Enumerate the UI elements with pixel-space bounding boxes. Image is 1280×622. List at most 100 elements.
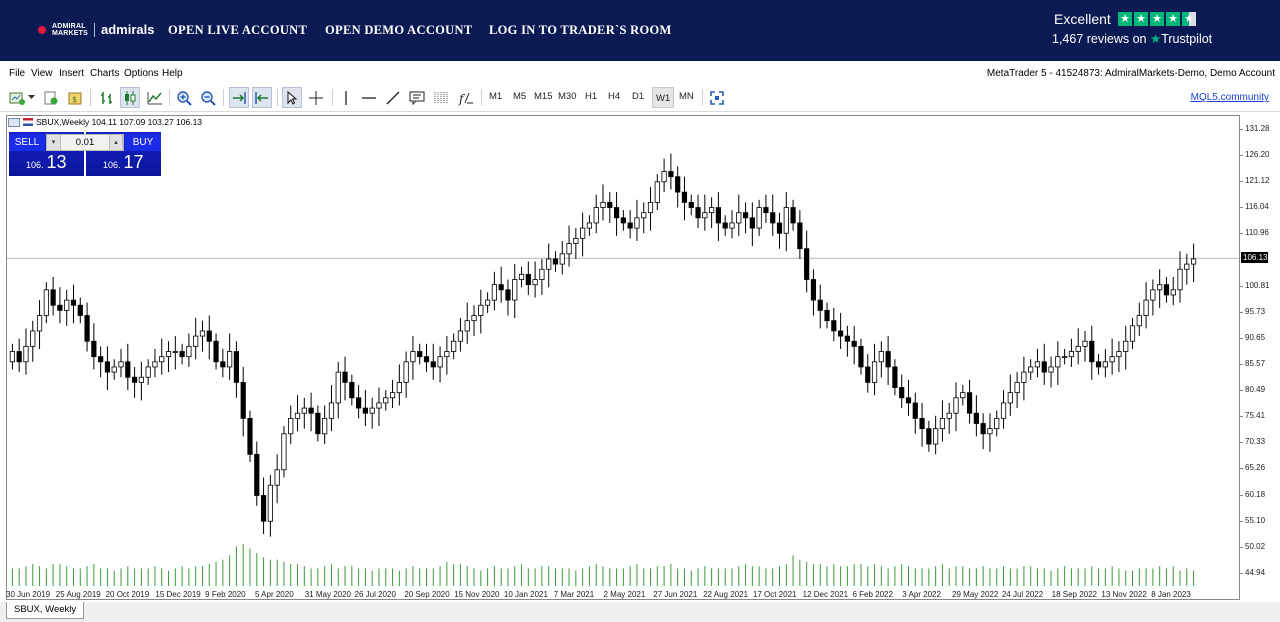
chart-tab-sbux-weekly[interactable]: SBUX, Weekly bbox=[6, 602, 85, 619]
profiles-icon[interactable] bbox=[42, 87, 60, 108]
candle bbox=[987, 413, 993, 452]
price-axis-tick bbox=[1240, 442, 1243, 444]
candle bbox=[926, 420, 932, 452]
buy-button[interactable]: BUY bbox=[125, 134, 161, 151]
menu-help[interactable]: Help bbox=[162, 68, 183, 79]
lot-increase-icon[interactable]: ▴ bbox=[109, 135, 123, 150]
time-axis-label: 31 May 2020 bbox=[304, 590, 352, 599]
timeframe-h4[interactable]: H4 bbox=[608, 91, 620, 102]
templates-icon[interactable]: $ bbox=[66, 87, 84, 108]
zoom-in-icon[interactable] bbox=[175, 87, 193, 108]
price-axis-tick bbox=[1240, 155, 1243, 157]
candle bbox=[525, 261, 531, 295]
candle bbox=[362, 390, 369, 427]
candlestick-icon[interactable] bbox=[120, 87, 140, 108]
chart-shift-icon[interactable] bbox=[252, 87, 272, 108]
line-chart-icon[interactable] bbox=[145, 87, 164, 108]
star-icon: ★ bbox=[1118, 12, 1132, 26]
trendline-icon[interactable] bbox=[384, 87, 402, 108]
text-icon[interactable] bbox=[407, 87, 427, 108]
open-live-account-link[interactable]: OPEN LIVE ACCOUNT bbox=[168, 23, 307, 38]
timeframe-d1[interactable]: D1 bbox=[632, 91, 644, 102]
brand-logo[interactable]: ADMIRAL MARKETS admirals bbox=[38, 22, 155, 37]
menu-insert[interactable]: Insert bbox=[59, 68, 84, 79]
indicators-icon[interactable]: f bbox=[456, 87, 476, 108]
menu-options[interactable]: Options bbox=[124, 68, 158, 79]
candle bbox=[709, 197, 715, 229]
timeframe-w1[interactable]: W1 bbox=[652, 87, 675, 108]
timeframe-mn[interactable]: MN bbox=[679, 91, 694, 102]
reviews-count: 1,467 reviews on bbox=[1052, 32, 1147, 46]
fullscreen-icon[interactable] bbox=[708, 87, 726, 108]
time-axis-label: 18 Sep 2022 bbox=[1051, 590, 1097, 599]
candle bbox=[776, 212, 783, 249]
half-star-icon: ★ bbox=[1182, 12, 1196, 26]
timeframe-m5[interactable]: M5 bbox=[513, 91, 526, 102]
lot-decrease-icon[interactable]: ▾ bbox=[47, 135, 61, 150]
candle bbox=[871, 343, 878, 396]
price-axis-label: 65.26 bbox=[1245, 463, 1266, 473]
chart-window-icon bbox=[8, 117, 20, 127]
new-chart-icon[interactable] bbox=[8, 87, 26, 108]
bar-chart-icon[interactable] bbox=[97, 87, 116, 108]
menu-charts[interactable]: Charts bbox=[90, 68, 119, 79]
candle bbox=[193, 318, 199, 360]
candle bbox=[613, 192, 620, 236]
candle bbox=[91, 323, 97, 370]
candle bbox=[57, 287, 63, 324]
lot-size-input[interactable]: 0.01 bbox=[63, 135, 107, 150]
timeframe-h1[interactable]: H1 bbox=[585, 91, 597, 102]
candle bbox=[288, 405, 294, 445]
time-axis-label: 26 Jul 2020 bbox=[354, 590, 396, 599]
menu-view[interactable]: View bbox=[31, 68, 53, 79]
time-axis[interactable]: 30 Jun 2019 25 Aug 2019 20 Oct 2019 15 Dec … bbox=[6, 588, 1240, 602]
horizontal-line-icon[interactable] bbox=[360, 87, 378, 108]
candle bbox=[851, 325, 857, 365]
timeframe-m15[interactable]: M15 bbox=[534, 91, 552, 102]
sell-price-pips: 13 bbox=[46, 152, 67, 172]
candle bbox=[403, 351, 409, 398]
candle bbox=[586, 215, 593, 236]
candle bbox=[518, 266, 525, 288]
timeframe-m30[interactable]: M30 bbox=[558, 91, 576, 102]
candle bbox=[417, 343, 423, 365]
timeframe-m1[interactable]: M1 bbox=[489, 91, 502, 102]
logo-dot-icon bbox=[38, 25, 46, 34]
time-axis-label: 15 Dec 2019 bbox=[155, 590, 201, 599]
time-axis-label: 27 Jun 2021 bbox=[653, 590, 698, 599]
candle bbox=[369, 397, 375, 429]
cursor-icon[interactable] bbox=[282, 87, 302, 108]
login-traders-room-link[interactable]: LOG IN TO TRADER`S ROOM bbox=[489, 23, 672, 38]
time-axis-label: 12 Dec 2021 bbox=[802, 590, 849, 599]
price-axis[interactable]: 131.28 126.20 121.12 116.04 110.96 100.81 95.7… bbox=[1240, 115, 1280, 600]
vertical-line-icon[interactable] bbox=[337, 87, 355, 108]
svg-text:$: $ bbox=[72, 95, 77, 104]
candle bbox=[111, 359, 117, 380]
dropdown-arrow-icon[interactable] bbox=[27, 87, 36, 108]
autoscroll-icon[interactable] bbox=[229, 87, 249, 108]
mql5-community-link[interactable]: MQL5.community bbox=[1191, 92, 1269, 103]
candle bbox=[410, 336, 416, 380]
time-axis-label: 13 Nov 2022 bbox=[1101, 590, 1147, 599]
menu-file[interactable]: File bbox=[9, 68, 25, 79]
price-axis-label: 55.10 bbox=[1245, 515, 1266, 525]
candle bbox=[512, 264, 518, 319]
candlestick-chart[interactable] bbox=[7, 116, 1239, 586]
candle bbox=[471, 305, 477, 337]
zoom-out-icon[interactable] bbox=[199, 87, 217, 108]
candle bbox=[566, 225, 572, 267]
candle bbox=[294, 395, 301, 432]
candle bbox=[559, 240, 565, 275]
time-axis-label: 6 Feb 2022 bbox=[852, 590, 893, 599]
trustpilot-rating-text: Excellent bbox=[1054, 11, 1111, 27]
candle bbox=[64, 289, 70, 326]
sell-button[interactable]: SELL bbox=[9, 134, 45, 151]
logo-text: admirals bbox=[101, 22, 155, 37]
fibonacci-icon[interactable] bbox=[431, 87, 451, 108]
trustpilot-reviews[interactable]: 1,467 reviews on ★Trustpilot bbox=[1052, 31, 1212, 46]
crosshair-icon[interactable] bbox=[306, 87, 326, 108]
candle bbox=[858, 338, 864, 375]
open-demo-account-link[interactable]: OPEN DEMO ACCOUNT bbox=[325, 23, 472, 38]
candle bbox=[1089, 325, 1095, 380]
time-axis-label: 5 Apr 2020 bbox=[254, 590, 294, 599]
